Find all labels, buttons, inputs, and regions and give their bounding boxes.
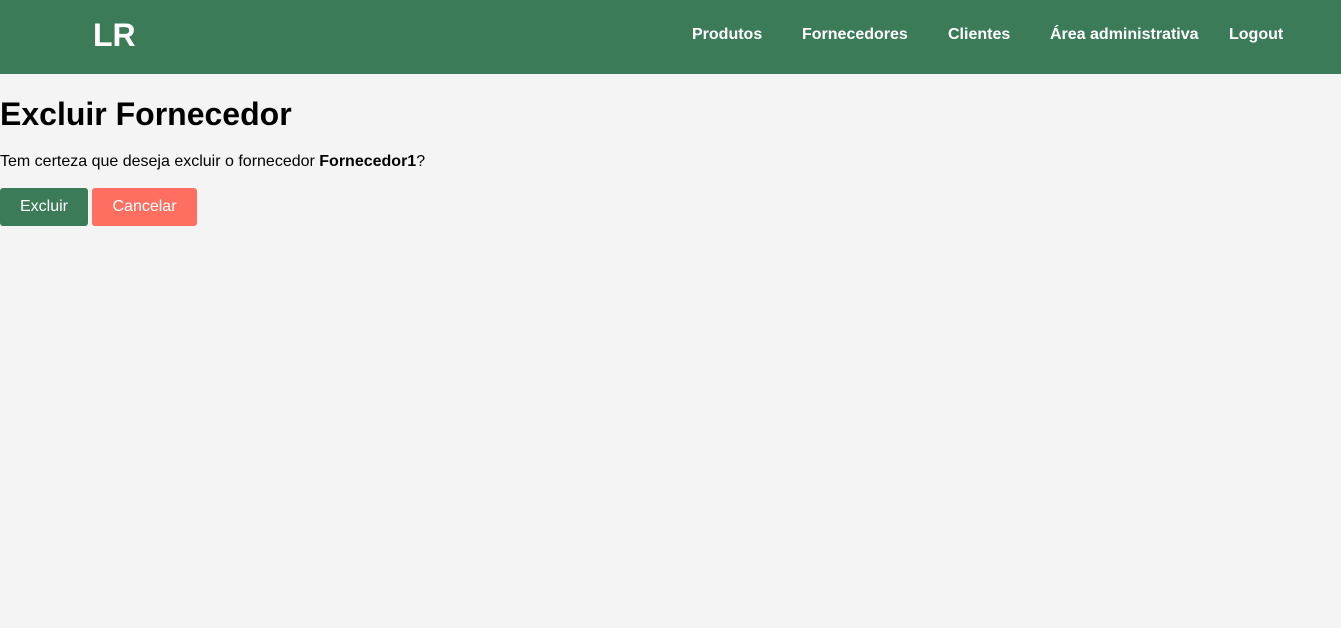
nav-link-clientes[interactable]: Clientes bbox=[948, 26, 1010, 44]
logo[interactable]: LR bbox=[93, 17, 136, 53]
confirm-prefix: Tem certeza que deseja excluir o fornece… bbox=[0, 153, 320, 170]
nav-link-logout[interactable]: Logout bbox=[1229, 26, 1283, 44]
cancel-button[interactable]: Cancelar bbox=[92, 188, 197, 226]
nav-link-area-administrativa[interactable]: Área administrativa bbox=[1050, 26, 1199, 44]
nav-link-fornecedores[interactable]: Fornecedores bbox=[802, 26, 908, 44]
page-title: Excluir Fornecedor bbox=[0, 96, 292, 132]
delete-button[interactable]: Excluir bbox=[0, 188, 88, 226]
confirm-message: Tem certeza que deseja excluir o fornece… bbox=[0, 153, 425, 171]
confirm-suffix: ? bbox=[416, 153, 426, 170]
navbar: LR Produtos Fornecedores Clientes Área a… bbox=[0, 0, 1341, 74]
supplier-name: Fornecedor1 bbox=[319, 153, 417, 170]
nav-link-produtos[interactable]: Produtos bbox=[692, 26, 762, 44]
